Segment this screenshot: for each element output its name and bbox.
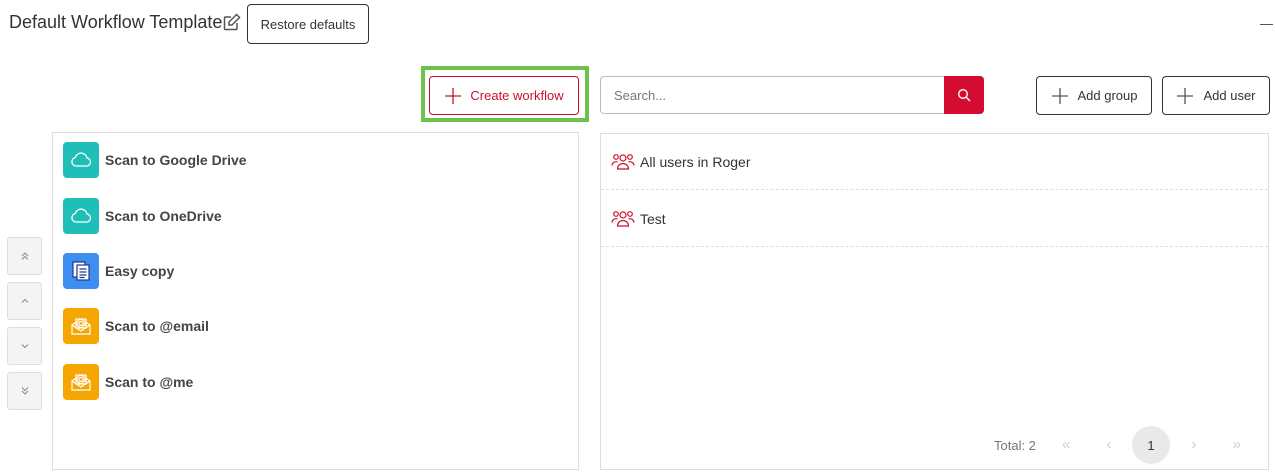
header-bar: Default Workflow Template Restore defaul… bbox=[0, 0, 1275, 50]
workflow-item-scan-to-email[interactable]: Scan to @email bbox=[63, 308, 209, 344]
search-button[interactable] bbox=[944, 76, 984, 114]
workflow-label: Scan to OneDrive bbox=[105, 208, 222, 224]
pagination: Total: 2 bbox=[994, 426, 1036, 464]
user-group-row[interactable]: Test bbox=[601, 191, 1268, 247]
workflow-list: Scan to Google Drive Scan to OneDrive Ea… bbox=[52, 132, 579, 470]
chevron-right-icon bbox=[1192, 441, 1197, 449]
minimize-icon[interactable] bbox=[1260, 24, 1273, 25]
users-list: All users in Roger Test bbox=[600, 133, 1269, 470]
user-group-label: All users in Roger bbox=[640, 153, 751, 170]
plus-icon bbox=[1177, 87, 1194, 104]
workflow-label: Scan to @me bbox=[105, 374, 194, 390]
create-workflow-label: Create workflow bbox=[470, 88, 564, 103]
search-icon bbox=[957, 88, 971, 102]
workflow-item-scan-to-me[interactable]: Scan to @me bbox=[63, 364, 193, 400]
add-user-label: Add user bbox=[1203, 88, 1256, 103]
move-down-button[interactable] bbox=[7, 327, 42, 365]
workflow-label: Scan to @email bbox=[105, 318, 209, 334]
search-input[interactable] bbox=[600, 76, 945, 114]
workflow-item-easy-copy[interactable]: Easy copy bbox=[63, 253, 174, 289]
group-icon bbox=[611, 153, 635, 170]
search-bar bbox=[600, 76, 984, 114]
chevron-down-icon bbox=[21, 344, 28, 349]
cloud-icon bbox=[63, 198, 99, 234]
last-page-button[interactable] bbox=[1218, 426, 1256, 464]
user-group-label: Test bbox=[640, 210, 666, 227]
cloud-icon bbox=[63, 142, 99, 178]
page-title: Default Workflow Template bbox=[9, 12, 223, 32]
edit-pencil-icon[interactable] bbox=[222, 12, 242, 32]
next-page-button[interactable] bbox=[1175, 426, 1213, 464]
add-group-label: Add group bbox=[1077, 88, 1138, 103]
restore-defaults-button[interactable]: Restore defaults bbox=[247, 4, 369, 44]
plus-icon bbox=[1051, 87, 1068, 104]
page-1-button[interactable]: 1 bbox=[1132, 426, 1170, 464]
move-up-button[interactable] bbox=[7, 282, 42, 320]
double-chevron-right-icon bbox=[1233, 441, 1241, 449]
create-workflow-button[interactable]: Create workflow bbox=[429, 76, 579, 115]
email-envelope-icon bbox=[63, 308, 99, 344]
add-user-button[interactable]: Add user bbox=[1162, 76, 1270, 115]
first-page-button[interactable] bbox=[1047, 426, 1085, 464]
previous-page-button[interactable] bbox=[1090, 426, 1128, 464]
workflow-label: Easy copy bbox=[105, 263, 175, 279]
move-to-bottom-button[interactable] bbox=[7, 372, 42, 410]
add-group-button[interactable]: Add group bbox=[1036, 76, 1152, 115]
workflow-label: Scan to Google Drive bbox=[105, 152, 247, 168]
copy-document-icon bbox=[63, 253, 99, 289]
double-chevron-down-icon bbox=[21, 387, 28, 395]
double-chevron-left-icon bbox=[1062, 441, 1070, 449]
workflow-item-google-drive[interactable]: Scan to Google Drive bbox=[63, 142, 247, 178]
user-group-row[interactable]: All users in Roger bbox=[601, 134, 1268, 190]
double-chevron-up-icon bbox=[21, 252, 28, 260]
workflow-item-onedrive[interactable]: Scan to OneDrive bbox=[63, 198, 222, 234]
plus-icon bbox=[445, 87, 462, 104]
chevron-left-icon bbox=[1106, 441, 1111, 449]
group-icon bbox=[611, 210, 635, 227]
email-envelope-icon bbox=[63, 364, 99, 400]
total-count: Total: 2 bbox=[994, 437, 1036, 453]
move-to-top-button[interactable] bbox=[7, 237, 42, 275]
chevron-up-icon bbox=[21, 298, 28, 303]
